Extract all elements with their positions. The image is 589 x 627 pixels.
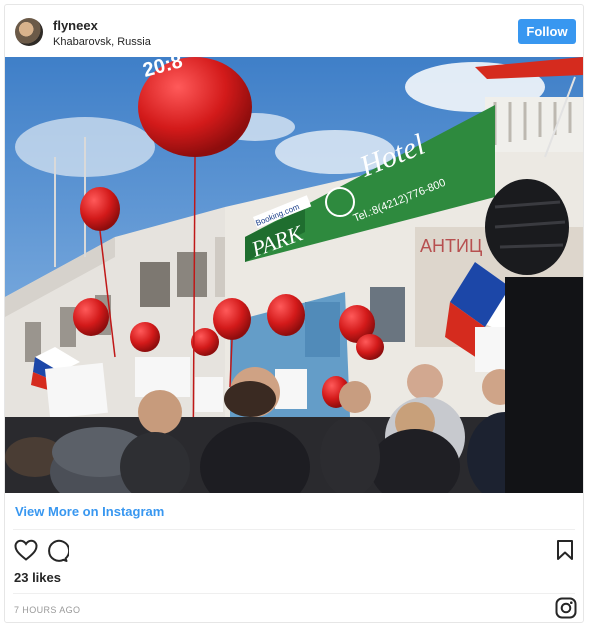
follow-button[interactable]: Follow xyxy=(518,19,576,44)
post-photo[interactable]: АНТИЦ Hotel PARK Tel.:8(4212)776-800 Boo… xyxy=(5,57,583,493)
bookmark-icon[interactable] xyxy=(556,539,574,566)
instagram-logo-icon[interactable] xyxy=(555,597,577,624)
post-timestamp[interactable]: 7 HOURS AGO xyxy=(14,605,80,615)
avatar[interactable] xyxy=(15,18,43,46)
post-header: flyneex Khabarovsk, Russia Follow xyxy=(5,5,583,57)
instagram-embed-card: flyneex Khabarovsk, Russia Follow АНТИЦ … xyxy=(4,4,584,623)
location[interactable]: Khabarovsk, Russia xyxy=(53,36,151,48)
building-sign-text: АНТИЦ xyxy=(420,236,482,256)
rally-photo: АНТИЦ Hotel PARK Tel.:8(4212)776-800 Boo… xyxy=(5,57,583,493)
likes-count[interactable]: 23 likes xyxy=(14,570,61,585)
divider xyxy=(13,593,575,594)
comment-bubble-icon[interactable] xyxy=(45,539,71,568)
username[interactable]: flyneex xyxy=(53,18,98,33)
divider xyxy=(13,529,575,530)
action-bar xyxy=(5,535,583,567)
heart-icon[interactable] xyxy=(14,539,38,566)
view-more-link[interactable]: View More on Instagram xyxy=(15,504,164,519)
